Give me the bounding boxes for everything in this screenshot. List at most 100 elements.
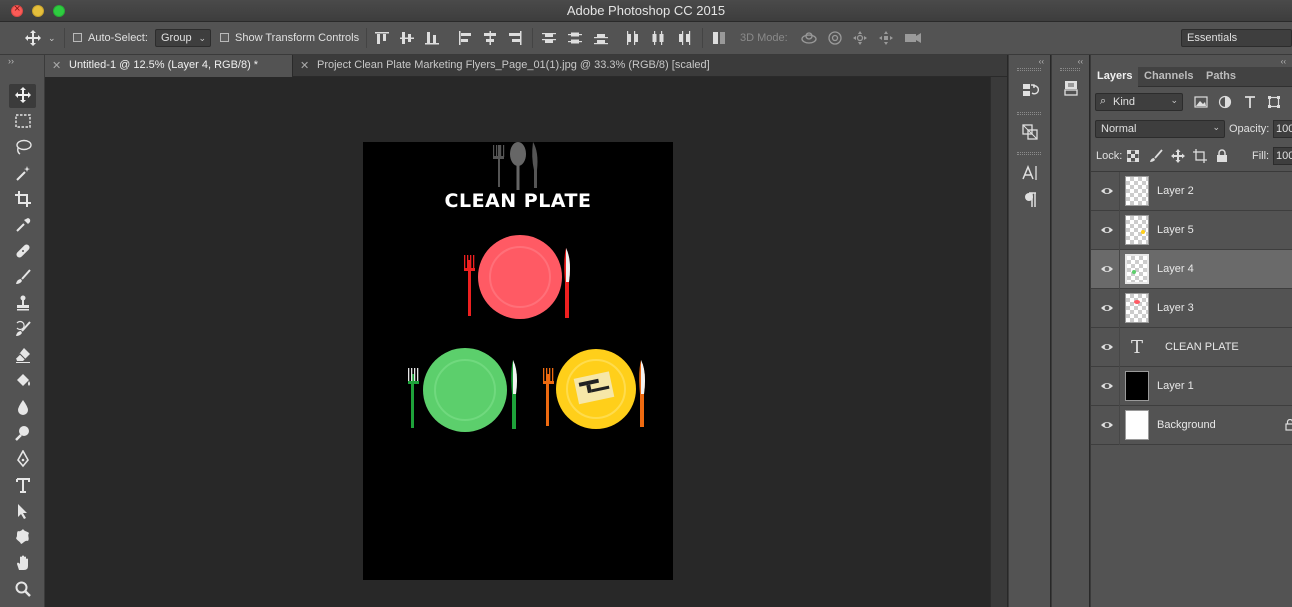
- layer-row-layer-5[interactable]: Layer 5: [1091, 211, 1292, 250]
- 3d-camera-icon[interactable]: [904, 30, 921, 46]
- align-vertical-centers-icon[interactable]: [399, 30, 415, 46]
- layer-row-clean-plate-text[interactable]: T CLEAN PLATE: [1091, 328, 1292, 367]
- distribute-top-edges-icon[interactable]: [541, 30, 557, 46]
- blend-mode-dropdown[interactable]: Normal ⌄: [1095, 120, 1225, 138]
- path-selection-tool[interactable]: [9, 500, 36, 524]
- align-horizontal-centers-icon[interactable]: [482, 30, 498, 46]
- eyedropper-tool[interactable]: [9, 214, 36, 238]
- auto-select-label: Auto-Select:: [88, 32, 148, 44]
- fill-input[interactable]: 100: [1273, 147, 1292, 165]
- layer-row-layer-4[interactable]: Layer 4: [1091, 250, 1292, 289]
- auto-align-layers-icon[interactable]: [711, 30, 727, 46]
- close-icon[interactable]: ✕: [52, 59, 61, 72]
- collapse-panels-icon[interactable]: ‹‹: [1281, 57, 1286, 66]
- move-tool-preset-icon[interactable]: [24, 29, 42, 47]
- history-panel-icon[interactable]: [1019, 79, 1041, 101]
- eye-icon[interactable]: [1100, 418, 1114, 432]
- panel-drag-handle[interactable]: [1017, 68, 1041, 71]
- layer-filter-dropdown[interactable]: ⌕ Kind ⌄: [1095, 93, 1183, 111]
- history-brush-icon: [14, 320, 32, 341]
- character-panel-icon[interactable]: [1019, 162, 1041, 184]
- auto-select-target-dropdown[interactable]: Group ⌄: [155, 29, 211, 47]
- show-transform-checkbox[interactable]: [220, 33, 229, 45]
- collapse-panels-icon[interactable]: ‹‹: [1039, 57, 1044, 66]
- filter-shape-layers-icon[interactable]: [1267, 95, 1281, 109]
- zoom-tool[interactable]: [9, 578, 36, 602]
- tab-paths[interactable]: Paths: [1200, 67, 1242, 87]
- eye-icon[interactable]: [1100, 301, 1114, 315]
- distribute-left-edges-icon[interactable]: [624, 30, 640, 46]
- distribute-horizontal-centers-icon[interactable]: [650, 30, 666, 46]
- document-tab-untitled[interactable]: ✕ Untitled-1 @ 12.5% (Layer 4, RGB/8) *: [45, 55, 292, 77]
- panel-drag-handle[interactable]: [1017, 112, 1041, 115]
- collapse-panels-icon[interactable]: ‹‹: [1078, 57, 1083, 66]
- eye-icon[interactable]: [1100, 262, 1114, 276]
- tool-preset-chevron-down-icon[interactable]: ⌄: [48, 33, 56, 44]
- panel-drag-handle[interactable]: [1060, 68, 1080, 71]
- distribute-vertical-centers-icon[interactable]: [567, 30, 583, 46]
- tab-layers[interactable]: Layers: [1091, 67, 1139, 87]
- align-left-edges-icon[interactable]: [457, 30, 473, 46]
- align-top-edges-icon[interactable]: [374, 30, 390, 46]
- adjustments-panel-icon[interactable]: [1019, 121, 1041, 143]
- lock-icon[interactable]: [1285, 419, 1292, 431]
- panel-drag-handle[interactable]: [1017, 152, 1041, 155]
- opacity-input[interactable]: 100: [1273, 120, 1292, 138]
- 3d-slide-icon[interactable]: [878, 30, 894, 46]
- paint-bucket-tool[interactable]: [9, 370, 36, 394]
- workspace-switcher[interactable]: Essentials: [1181, 29, 1292, 47]
- filter-adjustment-layers-icon[interactable]: [1218, 95, 1232, 109]
- filter-pixel-layers-icon[interactable]: [1194, 95, 1208, 109]
- marquee-tool[interactable]: [9, 110, 36, 134]
- eye-icon[interactable]: [1100, 184, 1114, 198]
- lock-all-icon[interactable]: [1216, 149, 1228, 163]
- layer-thumbnail: [1125, 410, 1149, 440]
- pen-tool[interactable]: [9, 448, 36, 472]
- custom-shape-tool[interactable]: [9, 526, 36, 550]
- distribute-right-edges-icon[interactable]: [676, 30, 692, 46]
- magic-wand-tool[interactable]: [9, 162, 36, 186]
- collapse-tools-icon[interactable]: ››: [8, 56, 14, 66]
- paragraph-panel-icon[interactable]: [1019, 189, 1041, 211]
- layer-row-layer-2[interactable]: Layer 2: [1091, 172, 1292, 211]
- filter-type-layers-icon[interactable]: [1243, 95, 1257, 109]
- clone-stamp-tool[interactable]: [9, 292, 36, 316]
- blur-tool[interactable]: [9, 396, 36, 420]
- dodge-tool[interactable]: [9, 422, 36, 446]
- lock-image-pixels-icon[interactable]: [1149, 149, 1163, 163]
- document-tab-marketing-flyer[interactable]: ✕ Project Clean Plate Marketing Flyers_P…: [292, 55, 804, 77]
- auto-select-checkbox[interactable]: [73, 33, 82, 45]
- eye-icon[interactable]: [1100, 340, 1114, 354]
- type-tool[interactable]: [9, 474, 36, 498]
- 3d-orbit-icon[interactable]: [800, 30, 817, 46]
- lock-artboard-icon[interactable]: [1193, 149, 1207, 163]
- align-right-edges-icon[interactable]: [507, 30, 523, 46]
- eye-icon[interactable]: [1100, 223, 1114, 237]
- 3d-roll-icon[interactable]: [827, 30, 843, 46]
- canvas-vertical-scrollbar[interactable]: [990, 77, 1007, 607]
- brush-tool[interactable]: [9, 266, 36, 290]
- layer-row-background[interactable]: Background: [1091, 406, 1292, 445]
- crop-tool[interactable]: [9, 188, 36, 212]
- move-tool[interactable]: [9, 84, 36, 108]
- 3d-pan-icon[interactable]: [852, 30, 868, 46]
- layer-row-layer-1[interactable]: Layer 1: [1091, 367, 1292, 406]
- tab-channels[interactable]: Channels: [1138, 67, 1200, 87]
- history-brush-tool[interactable]: [9, 318, 36, 342]
- align-bottom-edges-icon[interactable]: [424, 30, 440, 46]
- eraser-tool[interactable]: [9, 344, 36, 368]
- magic-wand-icon: [14, 164, 32, 185]
- artboard[interactable]: CLEAN PLATE: [363, 142, 673, 580]
- eye-icon[interactable]: [1100, 379, 1114, 393]
- layer-thumbnail: [1125, 371, 1149, 401]
- layer-row-layer-3[interactable]: Layer 3: [1091, 289, 1292, 328]
- show-transform-label: Show Transform Controls: [235, 32, 360, 44]
- lock-transparent-pixels-icon[interactable]: [1126, 149, 1140, 163]
- hand-tool[interactable]: [9, 552, 36, 576]
- close-icon[interactable]: ✕: [300, 59, 309, 72]
- lasso-tool[interactable]: [9, 136, 36, 160]
- distribute-bottom-edges-icon[interactable]: [593, 30, 609, 46]
- lock-position-icon[interactable]: [1171, 149, 1185, 163]
- healing-brush-tool[interactable]: [9, 240, 36, 264]
- libraries-panel-icon[interactable]: [1060, 77, 1082, 99]
